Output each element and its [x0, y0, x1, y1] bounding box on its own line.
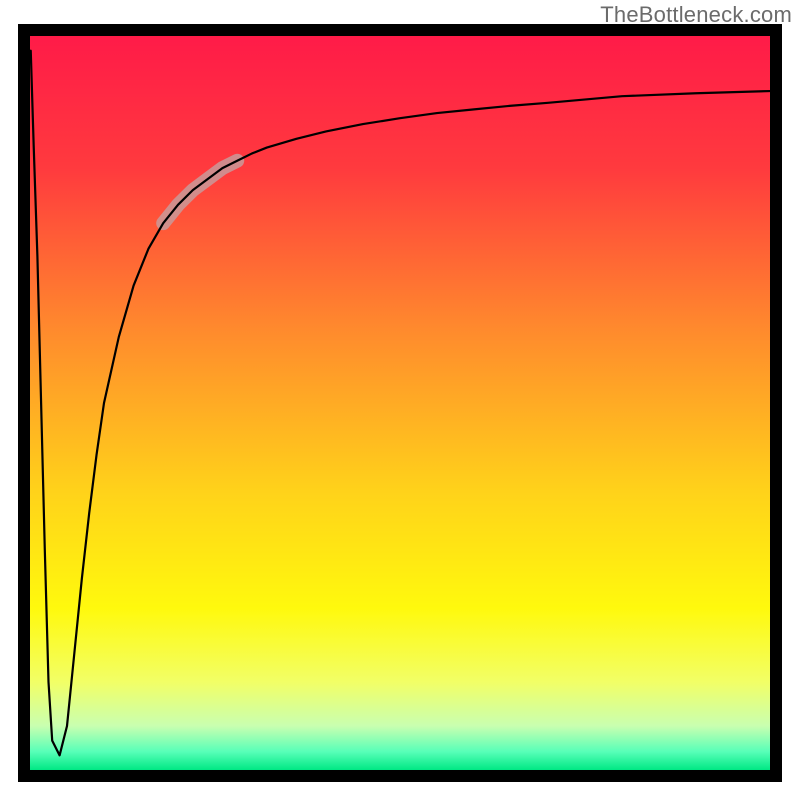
plot-frame [18, 24, 782, 782]
chart-container: TheBottleneck.com [0, 0, 800, 800]
watermark-text: TheBottleneck.com [600, 2, 792, 28]
plot-svg [30, 36, 770, 770]
gradient-background [30, 36, 770, 770]
plot-area [30, 36, 770, 770]
